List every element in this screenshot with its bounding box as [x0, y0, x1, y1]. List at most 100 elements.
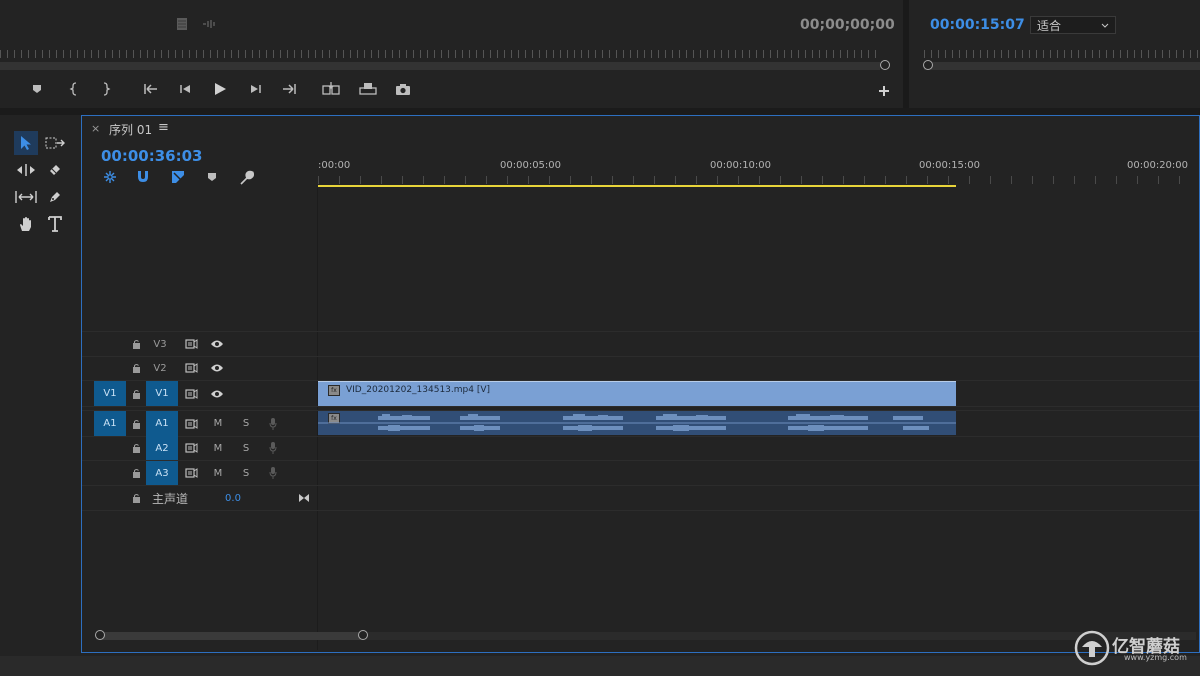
mark-in-button[interactable] [63, 78, 85, 100]
source-ruler[interactable] [0, 50, 880, 58]
track-label-v3[interactable]: V3 [150, 332, 170, 356]
lock-icon[interactable] [128, 332, 144, 356]
insert-button[interactable] [321, 78, 343, 100]
scroll-handle-right[interactable] [358, 630, 368, 640]
type-tool[interactable] [43, 212, 67, 236]
track-label-a3[interactable]: A3 [146, 461, 178, 485]
eye-icon[interactable] [209, 356, 225, 380]
solo-button[interactable]: S [238, 461, 254, 485]
marker-icon [33, 85, 41, 93]
safe-margins-icon[interactable] [176, 17, 188, 31]
ripple-edit-tool[interactable] [14, 158, 38, 182]
audio-waveform [318, 414, 956, 431]
lock-icon[interactable] [128, 381, 144, 406]
source-zoom-handle[interactable] [880, 60, 890, 70]
tools-panel [6, 120, 74, 656]
track-select-icon [45, 137, 65, 149]
timeline-scroll-thumb[interactable] [100, 632, 362, 640]
button-editor-add[interactable] [873, 80, 895, 102]
go-to-out-button[interactable] [278, 78, 300, 100]
eye-icon[interactable] [209, 332, 225, 356]
slip-tool[interactable] [14, 185, 38, 209]
source-patch-v1[interactable]: V1 [94, 381, 126, 406]
lock-icon[interactable] [128, 356, 144, 380]
linked-selection-icon [172, 171, 184, 183]
watermark-url: www.yzmg.com [1124, 653, 1187, 662]
lock-icon[interactable] [128, 486, 144, 510]
program-ruler[interactable] [924, 50, 1200, 58]
mark-out-button[interactable] [95, 78, 117, 100]
mute-button[interactable]: M [210, 411, 226, 436]
audio-clip[interactable]: fx [318, 411, 956, 435]
status-bar [0, 656, 1200, 676]
hand-tool[interactable] [14, 212, 38, 236]
track-label-a1[interactable]: A1 [146, 411, 178, 436]
step-back-button[interactable] [174, 78, 196, 100]
go-to-out-icon [283, 84, 296, 94]
sequence-tab[interactable]: 序列 01 [109, 121, 152, 138]
selection-tool[interactable] [14, 131, 38, 155]
master-volume-value[interactable]: 0.0 [221, 486, 245, 510]
add-marker-timeline-button[interactable] [207, 172, 217, 182]
sync-lock-icon[interactable] [183, 381, 199, 406]
program-timecode[interactable]: 00:00:15:07 [930, 17, 1025, 33]
snap-toggle[interactable] [136, 169, 150, 183]
sync-lock-icon[interactable] [183, 436, 199, 460]
linked-selection-toggle[interactable] [170, 169, 186, 185]
scroll-handle-left[interactable] [95, 630, 105, 640]
program-scrubbar[interactable] [924, 62, 1200, 70]
track-label-v2[interactable]: V2 [150, 356, 170, 380]
solo-button[interactable]: S [238, 411, 254, 436]
sync-lock-icon[interactable] [183, 411, 199, 436]
sync-lock-icon[interactable] [183, 356, 199, 380]
nest-sequence-toggle[interactable] [102, 169, 118, 185]
work-area-bar[interactable] [318, 185, 956, 187]
microphone-icon[interactable] [265, 411, 281, 436]
step-forward-button[interactable] [245, 78, 267, 100]
lock-icon[interactable] [128, 461, 144, 485]
mark-in-icon [69, 82, 77, 96]
source-patch-a1[interactable]: A1 [94, 411, 126, 436]
razor-icon [50, 165, 60, 175]
solo-button[interactable]: S [238, 436, 254, 460]
time-ruler-ticks[interactable] [318, 176, 1198, 184]
microphone-icon[interactable] [265, 461, 281, 485]
sync-lock-icon[interactable] [183, 332, 199, 356]
source-timecode[interactable]: 00;00;00;00 [800, 17, 895, 33]
razor-tool[interactable] [43, 158, 67, 182]
track-label-v1[interactable]: V1 [146, 381, 178, 406]
eye-icon[interactable] [209, 381, 225, 406]
timeline-settings-button[interactable] [238, 170, 254, 186]
program-zoom-handle[interactable] [923, 60, 933, 70]
fit-dropdown[interactable]: 适合 [1030, 16, 1116, 34]
slip-icon [15, 191, 37, 203]
audio-waveform-icon[interactable] [201, 18, 217, 30]
track-select-tool[interactable] [43, 131, 67, 155]
fx-badge[interactable]: fx [328, 385, 340, 396]
track-v1: V1 V1 fx VID_20201202_134513.mp4 [V] [82, 381, 1199, 407]
go-to-in-button[interactable] [140, 78, 162, 100]
pen-tool[interactable] [43, 185, 67, 209]
add-marker-button[interactable] [26, 78, 48, 100]
video-clip[interactable]: fx VID_20201202_134513.mp4 [V] [318, 381, 956, 406]
source-scrubbar[interactable] [0, 62, 880, 70]
type-icon [48, 216, 62, 232]
tab-menu-button[interactable]: ≡ [158, 120, 169, 135]
mute-button[interactable]: M [210, 461, 226, 485]
step-back-icon [180, 85, 190, 93]
lock-icon[interactable] [128, 411, 144, 436]
play-button[interactable] [209, 78, 231, 100]
go-to-end-icon[interactable] [296, 486, 312, 510]
track-label-a2[interactable]: A2 [146, 436, 178, 460]
source-monitor: 00;00;00;00 [0, 0, 902, 108]
nest-icon [104, 171, 116, 183]
microphone-icon[interactable] [265, 436, 281, 460]
sync-lock-icon[interactable] [183, 461, 199, 485]
timeline-timecode[interactable]: 00:00:36:03 [101, 147, 203, 165]
tab-close-button[interactable]: × [91, 122, 100, 135]
mute-button[interactable]: M [210, 436, 226, 460]
lock-icon[interactable] [128, 436, 144, 460]
export-frame-button[interactable] [392, 78, 414, 100]
overwrite-button[interactable] [357, 78, 379, 100]
ruler-label-5s: 00:00:05:00 [500, 160, 562, 171]
